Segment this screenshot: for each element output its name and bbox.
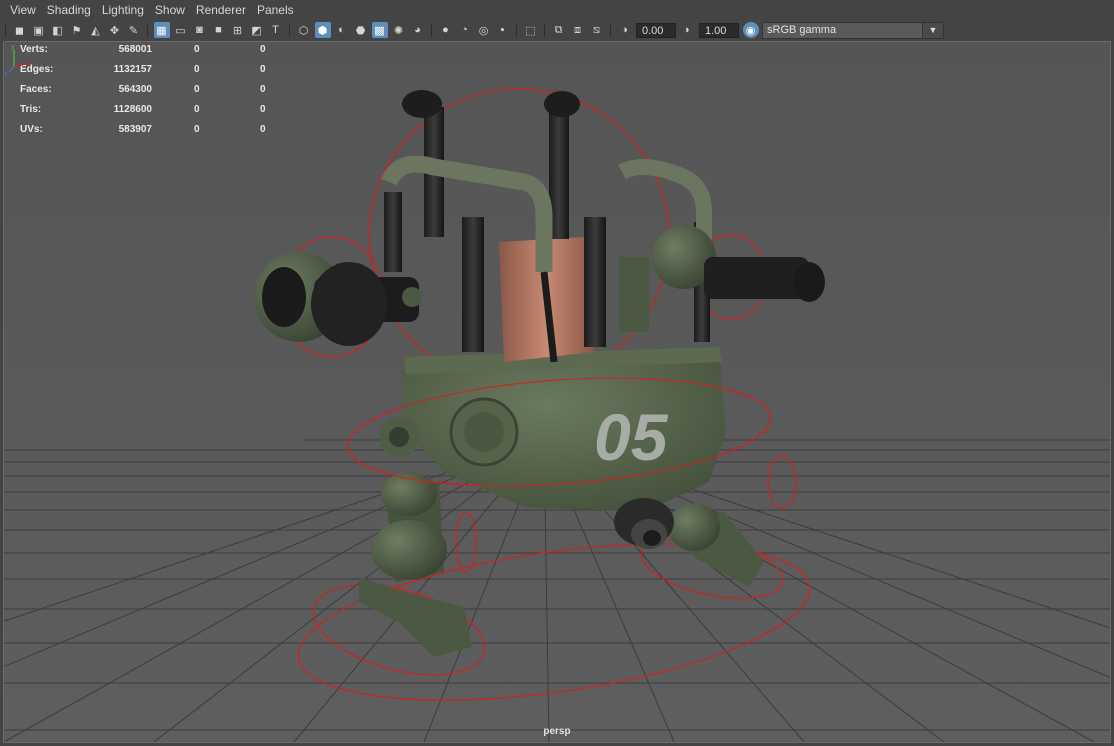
menu-lighting[interactable]: Lighting bbox=[97, 0, 150, 20]
panel-menubar: View Shading Lighting Show Renderer Pane… bbox=[0, 0, 1114, 20]
hud-value: 0 bbox=[194, 84, 200, 95]
hud-label: Faces: bbox=[20, 84, 52, 95]
hud-row-faces: Faces: 564300 0 0 bbox=[20, 82, 280, 102]
resolution-gate-icon[interactable]: ◙ bbox=[192, 22, 208, 38]
grid-toggle-icon[interactable]: ▦ bbox=[153, 22, 170, 38]
camera-name-label: persp bbox=[543, 726, 571, 737]
toolbar-divider bbox=[289, 23, 290, 37]
toolbar-divider bbox=[147, 23, 148, 37]
hud-value: 0 bbox=[194, 104, 200, 115]
safe-action-icon[interactable]: ◩ bbox=[249, 22, 265, 38]
motion-blur-icon[interactable]: ◔ bbox=[457, 22, 473, 38]
smooth-shade-icon[interactable]: ⬢ bbox=[314, 22, 331, 38]
poly-count-hud: Verts: 568001 0 0 Edges: 1132157 0 0 Fac… bbox=[20, 42, 280, 142]
hud-value: 0 bbox=[194, 64, 200, 75]
two-d-pan-icon[interactable]: ✥ bbox=[107, 22, 123, 38]
axis-y-label: y bbox=[11, 44, 15, 51]
hud-row-uvs: UVs: 583907 0 0 bbox=[20, 122, 280, 142]
image-plane-icon[interactable]: ◭ bbox=[88, 22, 104, 38]
exposure-icon[interactable]: ◑ bbox=[617, 22, 633, 38]
menu-show[interactable]: Show bbox=[150, 0, 191, 20]
menu-panels[interactable]: Panels bbox=[252, 0, 300, 20]
xray-active-icon[interactable]: ⧈ bbox=[570, 22, 586, 38]
color-space-value: sRGB gamma bbox=[767, 24, 837, 36]
hud-value: 0 bbox=[260, 84, 266, 95]
color-space-select[interactable]: sRGB gamma ▼ bbox=[762, 21, 944, 39]
axis-gizmo-icon: y x z bbox=[4, 44, 31, 77]
grease-pencil-icon[interactable]: ✎ bbox=[126, 22, 142, 38]
model-number-decal: 05 bbox=[594, 400, 669, 474]
toolbar-divider bbox=[610, 23, 611, 37]
film-gate-icon[interactable]: ▭ bbox=[173, 22, 189, 38]
hud-value: 583907 bbox=[118, 124, 152, 135]
hud-label: Tris: bbox=[20, 104, 42, 115]
wireframe-on-shaded-icon[interactable]: ⬣ bbox=[353, 22, 369, 38]
shadows-icon[interactable]: ◕ bbox=[410, 22, 426, 38]
toolbar-divider bbox=[544, 23, 545, 37]
gate-mask-icon[interactable]: ■ bbox=[211, 22, 227, 38]
camera-select-icon[interactable]: ◼ bbox=[12, 22, 28, 38]
xray-joints-icon[interactable]: ⧉ bbox=[551, 22, 567, 38]
depth-of-field-icon[interactable]: ▪ bbox=[495, 22, 511, 38]
camera-lock-icon[interactable]: ◧ bbox=[50, 22, 66, 38]
wireframe-icon[interactable]: ⬡ bbox=[296, 22, 312, 38]
menu-renderer[interactable]: Renderer bbox=[191, 0, 252, 20]
hud-row-verts: Verts: 568001 0 0 bbox=[20, 42, 280, 62]
toolbar-divider bbox=[5, 23, 6, 37]
backface-icon[interactable]: ⧅ bbox=[589, 22, 605, 38]
hud-value: 0 bbox=[260, 44, 266, 55]
camera-attr-icon[interactable]: ▣ bbox=[31, 22, 47, 38]
isolate-select-icon[interactable]: ⬚ bbox=[523, 22, 539, 38]
gamma-icon[interactable]: ◗ bbox=[680, 22, 696, 38]
aa-icon[interactable]: ◎ bbox=[476, 22, 492, 38]
hud-value: 564300 bbox=[118, 84, 152, 95]
field-chart-icon[interactable]: ⊞ bbox=[230, 22, 246, 38]
hud-value: 0 bbox=[260, 64, 266, 75]
hud-value: 1128600 bbox=[113, 104, 152, 115]
hud-value: 568001 bbox=[118, 44, 152, 55]
hud-value: 1132157 bbox=[113, 64, 152, 75]
chevron-down-icon[interactable]: ▼ bbox=[922, 22, 943, 38]
color-mgmt-icon[interactable]: ◉ bbox=[742, 22, 759, 38]
bookmark-icon[interactable]: ⚑ bbox=[69, 22, 85, 38]
hud-row-edges: Edges: 1132157 0 0 bbox=[20, 62, 280, 82]
menu-shading[interactable]: Shading bbox=[42, 0, 97, 20]
viewport-scene: 05 bbox=[4, 42, 1110, 742]
gamma-field[interactable]: 1.00 bbox=[699, 22, 739, 38]
panel-toolbar: ◼ ▣ ◧ ⚑ ◭ ✥ ✎ ▦ ▭ ◙ ■ ⊞ ◩ T ⬡ ⬢ ◐ ⬣ ▩ ✺ … bbox=[0, 20, 1114, 40]
toolbar-divider bbox=[516, 23, 517, 37]
hud-value: 0 bbox=[194, 124, 200, 135]
toolbar-divider bbox=[431, 23, 432, 37]
hud-label: UVs: bbox=[20, 124, 43, 135]
3d-viewport[interactable]: 05 Verts: 568001 0 0 Edges: 1132157 0 0 … bbox=[3, 41, 1111, 743]
exposure-field[interactable]: 0.00 bbox=[636, 22, 676, 38]
axis-z-label: z bbox=[4, 71, 8, 77]
ao-icon[interactable]: ● bbox=[438, 22, 454, 38]
hud-row-tris: Tris: 1128600 0 0 bbox=[20, 102, 280, 122]
hud-value: 0 bbox=[260, 104, 266, 115]
xray-icon[interactable]: ▩ bbox=[371, 22, 388, 38]
hud-value: 0 bbox=[260, 124, 266, 135]
axis-x-label: x bbox=[27, 61, 31, 68]
safe-title-icon[interactable]: T bbox=[268, 22, 284, 38]
hud-value: 0 bbox=[194, 44, 200, 55]
default-material-icon[interactable]: ◐ bbox=[334, 22, 350, 38]
lights-icon[interactable]: ✺ bbox=[391, 22, 407, 38]
menu-view[interactable]: View bbox=[0, 0, 42, 20]
